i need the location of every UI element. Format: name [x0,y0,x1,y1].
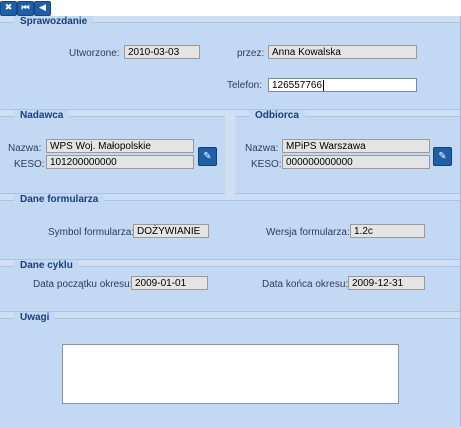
pencil-icon: ✎ [438,151,447,162]
sender-keso-field: 101200000000 [46,155,194,169]
phone-label: Telefon: [227,80,263,91]
created-by-field: Anna Kowalska [268,45,417,59]
period-end-label: Data końca okresu: [262,279,349,290]
phone-value: 126557766 [272,80,323,91]
edit-recipient-button[interactable]: ✎ [433,147,452,166]
close-icon[interactable]: ✖ [0,1,17,16]
panel-odbiorca-title: Odbiorca [249,110,305,122]
recipient-keso-field: 000000000000 [282,155,430,169]
toolbar: ✖ ⏮ ◀ [0,0,461,16]
pencil-icon: ✎ [203,151,212,162]
panel-odbiorca: Odbiorca Nazwa: MPiPS Warszawa KESO: 000… [235,110,460,194]
text-cursor [323,79,325,91]
panel-nadawca-title: Nadawca [14,110,70,122]
form-frame: Sprawozdanie Utworzone: 2010-03-03 przez… [0,16,461,428]
panel-dane-cyklu-title: Dane cyklu [14,260,79,272]
sender-keso-label: KESO: [14,159,45,170]
panel-dane-formularza-title: Dane formularza [14,194,105,206]
form-version-field: 1.2c [350,224,425,238]
sender-name-label: Nazwa: [8,143,42,154]
recipient-keso-label: KESO: [251,159,282,170]
period-start-field: 2009-01-01 [131,276,208,290]
remarks-textarea[interactable] [62,344,399,404]
panel-sprawozdanie: Sprawozdanie Utworzone: 2010-03-03 przez… [0,16,460,110]
panel-nadawca: Nadawca Nazwa: WPS Woj. Małopolskie KESO… [0,110,225,194]
period-end-field: 2009-12-31 [348,276,425,290]
panel-uwagi: Uwagi [0,312,460,428]
form-symbol-label: Symbol formularza: [48,227,135,238]
panel-uwagi-title: Uwagi [14,312,56,324]
period-start-label: Data początku okresu: [33,279,133,290]
by-label: przez: [237,48,265,59]
panel-sprawozdanie-title: Sprawozdanie [14,16,94,28]
panel-dane-cyklu: Dane cyklu Data początku okresu: 2009-01… [0,260,460,312]
form-version-label: Wersja formularza: [266,227,350,238]
sender-name-field: WPS Woj. Małopolskie [46,139,194,153]
previous-record-icon[interactable]: ◀ [34,1,51,16]
created-label: Utworzone: [69,48,120,59]
form-symbol-field: DOŻYWIANIE [133,224,209,238]
recipient-name-field: MPiPS Warszawa [282,139,430,153]
recipient-name-label: Nazwa: [245,143,279,154]
edit-sender-button[interactable]: ✎ [198,147,217,166]
phone-input[interactable]: 126557766 [268,78,417,92]
created-field: 2010-03-03 [124,45,200,59]
first-record-icon[interactable]: ⏮ [17,1,34,16]
panel-dane-formularza: Dane formularza Symbol formularza: DOŻYW… [0,194,460,260]
